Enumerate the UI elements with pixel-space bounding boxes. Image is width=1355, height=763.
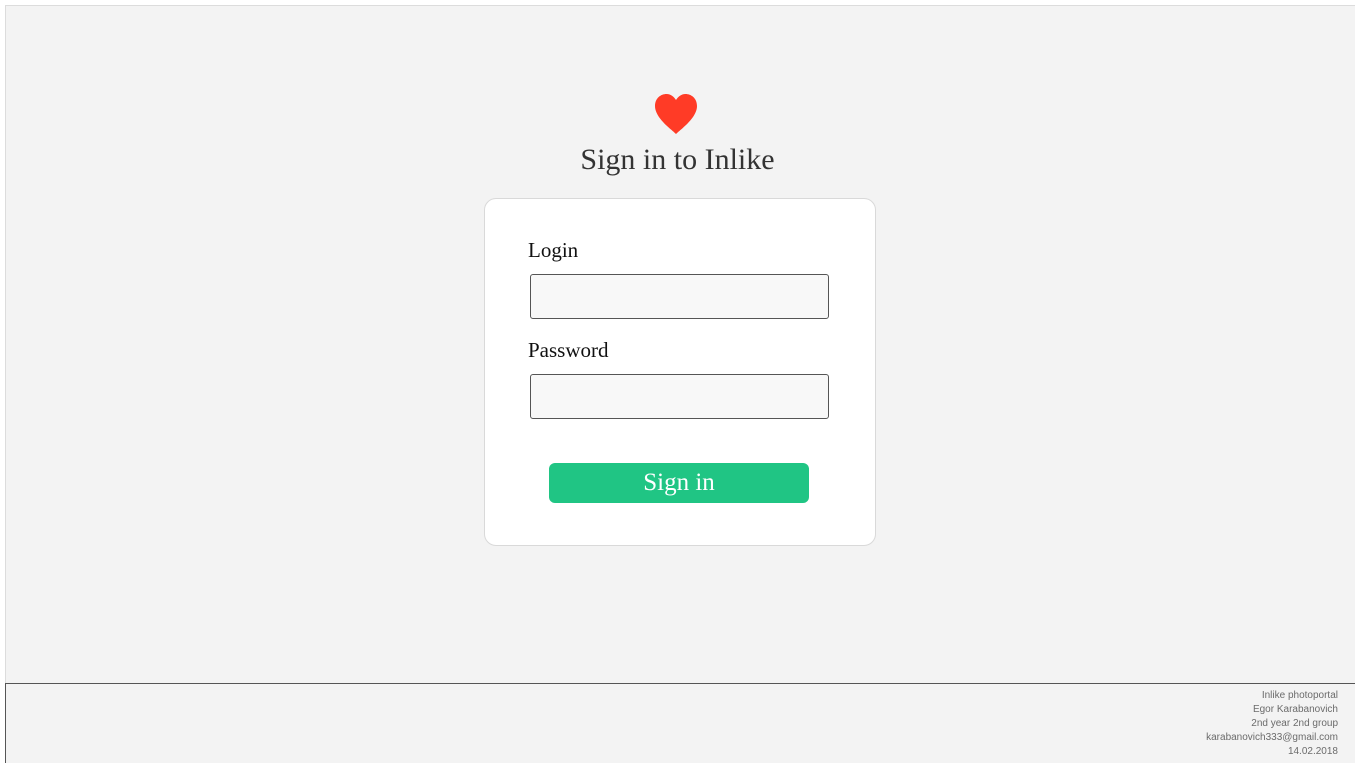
page-title: Sign in to Inlike bbox=[580, 143, 775, 176]
footer-info: Inlike photoportal Egor Karabanovich 2nd… bbox=[1206, 689, 1338, 759]
footer-line-date: 14.02.2018 bbox=[1287, 746, 1338, 757]
password-label: Password bbox=[528, 338, 609, 362]
password-field[interactable] bbox=[530, 374, 829, 419]
footer-line-email: karabanovich333@gmail.com bbox=[1206, 732, 1338, 743]
sign-in-form: Login Password Sign in bbox=[484, 198, 876, 546]
footer: Inlike photoportal Egor Karabanovich 2nd… bbox=[5, 683, 1355, 763]
footer-line-group: 2nd year 2nd group bbox=[1251, 718, 1338, 729]
footer-line-author: Egor Karabanovich bbox=[1252, 704, 1338, 715]
login-label: Login bbox=[528, 238, 579, 262]
footer-line-site: Inlike photoportal bbox=[1261, 690, 1338, 701]
heart-icon bbox=[653, 92, 699, 136]
sign-in-button[interactable]: Sign in bbox=[549, 463, 809, 503]
login-field[interactable] bbox=[530, 274, 829, 319]
